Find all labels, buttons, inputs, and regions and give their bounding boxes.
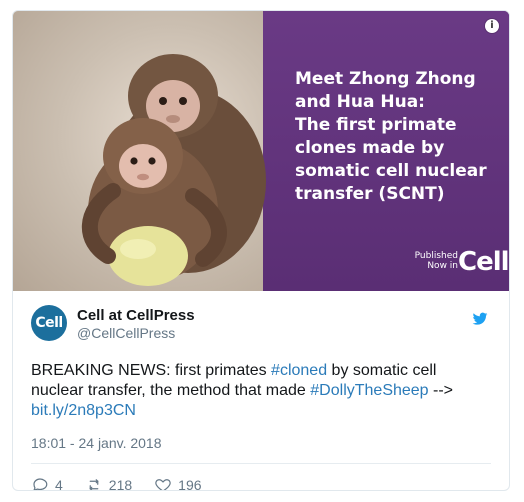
tweet-timestamp[interactable]: 18:01 - 24 janv. 2018 bbox=[31, 435, 491, 451]
retweet-count: 218 bbox=[108, 477, 133, 491]
author-block[interactable]: Cell Cell at CellPress @CellCellPress bbox=[31, 305, 491, 345]
author-handle[interactable]: @CellCellPress bbox=[77, 325, 175, 341]
media-headline: Meet Zhong Zhong and Hua Hua: The first … bbox=[295, 69, 487, 204]
info-icon[interactable]: i bbox=[485, 19, 499, 33]
hashtag-dollythesheep[interactable]: #DollyTheSheep bbox=[310, 382, 428, 399]
cell-wordmark: Cell bbox=[458, 247, 509, 277]
like-count: 196 bbox=[178, 477, 202, 491]
tweet-text-part-1: BREAKING NEWS: first primates bbox=[31, 362, 272, 379]
reply-action[interactable]: 4 bbox=[31, 476, 63, 491]
tweet-text: BREAKING NEWS: first primates #cloned by… bbox=[31, 361, 486, 421]
tweet-card[interactable]: i Meet Zhong Zhong and Hua Hua: The firs… bbox=[12, 10, 510, 491]
monkeys-illustration bbox=[81, 54, 266, 286]
reply-count: 4 bbox=[55, 477, 63, 491]
tweet-media[interactable]: i Meet Zhong Zhong and Hua Hua: The firs… bbox=[13, 11, 509, 291]
tweet-link[interactable]: bit.ly/2n8p3CN bbox=[31, 402, 136, 419]
tweet-body: Cell Cell at CellPress @CellCellPress BR… bbox=[13, 291, 509, 491]
hashtag-cloned[interactable]: #cloned bbox=[271, 362, 327, 379]
author-name[interactable]: Cell at CellPress bbox=[77, 307, 195, 324]
reply-icon bbox=[33, 478, 48, 490]
avatar[interactable]: Cell bbox=[31, 305, 67, 341]
heart-icon bbox=[155, 479, 171, 490]
like-action[interactable]: 196 bbox=[154, 476, 202, 491]
retweet-action[interactable]: 218 bbox=[85, 476, 133, 491]
twitter-bird-icon[interactable] bbox=[471, 311, 489, 327]
retweet-icon bbox=[89, 479, 99, 490]
tweet-text-part-3: --> bbox=[428, 382, 454, 399]
published-label: Published Now in bbox=[414, 251, 458, 271]
tweet-actions: 4 218 196 bbox=[31, 463, 491, 491]
